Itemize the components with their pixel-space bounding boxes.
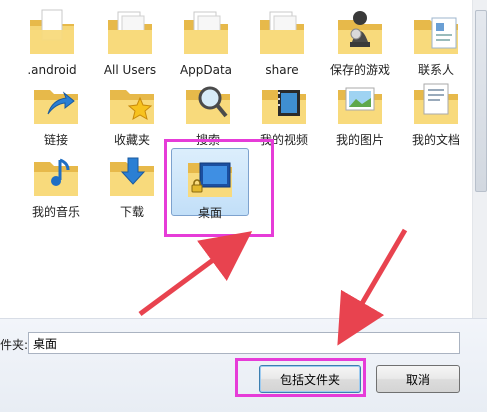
folder-item-android[interactable]: .android [14,6,90,77]
button-highlight-box [235,358,366,397]
video-folder-icon [256,76,312,132]
folder-item-label: 链接 [43,133,68,147]
folder-item-pictures[interactable]: 我的图片 [322,76,398,147]
folder-item-share[interactable]: share [244,6,320,77]
documents-folder-icon [408,76,464,132]
folder-doc-icon [178,6,234,62]
folder-item-all-users[interactable]: All Users [92,6,168,77]
folder-item-favorites[interactable]: 收藏夹 [94,76,170,147]
folder-item-label: 我的音乐 [31,205,80,219]
folder-item-saved-games[interactable]: 保存的游戏 [322,6,398,77]
folder-name-input[interactable] [28,332,460,354]
folder-item-label: share [265,63,299,77]
folder-item-label: 保存的游戏 [329,63,390,77]
folder-item-contacts[interactable]: 联系人 [398,6,474,77]
search-folder-icon [180,76,236,132]
scrollbar-thumb[interactable] [475,10,487,192]
folder-doc-icon [254,6,310,62]
selection-highlight-box [164,139,274,237]
folder-item-label: 我的图片 [335,133,384,147]
star-folder-icon [104,76,160,132]
folder-item-search[interactable]: 搜索 [170,76,246,147]
folder-item-videos[interactable]: 我的视频 [246,76,322,147]
folder-doc-icon [102,6,158,62]
cancel-button[interactable]: 取消 [376,365,460,393]
pictures-folder-icon [332,76,388,132]
folder-item-label: 我的文档 [411,133,460,147]
contacts-folder-icon [408,6,464,62]
chess-folder-icon [332,6,388,62]
folder-item-label: .android [27,63,77,77]
folder-item-label: 收藏夹 [113,133,150,147]
folder-item-label: All Users [103,63,157,77]
folder-item-label: 联系人 [417,63,454,77]
folder-icon [24,6,80,62]
folder-item-links[interactable]: 链接 [18,76,94,147]
folder-item-documents[interactable]: 我的文档 [398,76,474,147]
folder-item-appdata[interactable]: AppData [168,6,244,77]
folder-item-downloads[interactable]: 下载 [94,148,170,219]
folder-field-label: 件夹: [0,338,29,352]
folder-item-music[interactable]: 我的音乐 [18,148,94,219]
download-folder-icon [104,148,160,204]
folder-item-label: AppData [179,63,233,77]
folder-item-label: 下载 [119,205,144,219]
link-folder-icon [28,76,84,132]
folder-picker-dialog: .android All Users AppData share 保存的游戏 联… [0,0,487,412]
vertical-scrollbar[interactable] [472,0,487,318]
music-folder-icon [28,148,84,204]
